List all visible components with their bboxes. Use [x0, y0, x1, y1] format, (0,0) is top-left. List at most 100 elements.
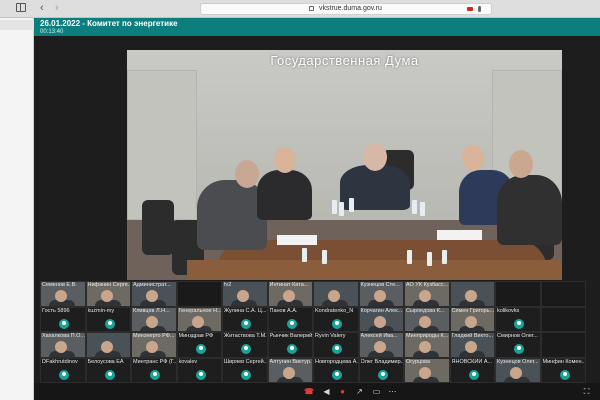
sidebar-row[interactable] [0, 20, 34, 30]
back-button[interactable]: ‹ [40, 2, 44, 14]
user-avatar-icon [195, 369, 206, 380]
participant-tile[interactable]: Гость 5896 [40, 306, 86, 332]
share-icon[interactable]: ↗ [355, 387, 364, 396]
user-avatar-icon [559, 369, 570, 380]
participant-name: Генеральное Н... [178, 307, 222, 314]
camera-person-face [146, 290, 158, 302]
participant-name: Алтунин Виктур... [269, 358, 313, 365]
participant-tile[interactable]: Олег Владимир... [358, 357, 404, 383]
participant-tile[interactable]: Ширяев Сергей... [222, 357, 268, 383]
participant-name: Интинат Ката... [269, 282, 309, 288]
participant-tile[interactable] [540, 306, 586, 332]
camera-recording-icon[interactable] [467, 7, 473, 11]
participant-name: Ширяев Сергей... [224, 358, 268, 365]
participant-tile[interactable] [85, 332, 131, 358]
camera-person-face [191, 315, 204, 328]
participant-tile[interactable]: Алтунин Виктур... [267, 357, 313, 383]
person-head [363, 143, 387, 171]
participant-name: Алексей Ива... [360, 333, 398, 339]
participant-name: Смирнов Олег... [497, 333, 538, 339]
participant-tile[interactable]: Корчагин Алек... [358, 306, 404, 332]
participant-tile[interactable]: Белоусова ЕА [85, 357, 131, 383]
meeting-timer: 00:13:40 [40, 29, 64, 35]
participant-tile[interactable] [540, 281, 586, 307]
main-video-stream[interactable]: Государственная Дума [127, 50, 562, 280]
participant-name: Сыроедова К... [406, 307, 445, 314]
participant-tile[interactable]: Минздрав РФ [176, 332, 222, 358]
fullscreen-icon[interactable]: ⛶ [582, 387, 591, 396]
camera-person-face [237, 290, 249, 302]
participant-tile[interactable]: Панов А.А. [267, 306, 313, 332]
address-bar[interactable]: vkstrue.duma.gov.ru [200, 3, 492, 15]
participant-tile[interactable]: Новгородцева А... [313, 357, 359, 383]
user-avatar-icon [332, 369, 342, 380]
camera-person-face [100, 341, 113, 353]
participant-tile[interactable]: Хахалкова П.О... [40, 332, 86, 358]
participant-tile[interactable] [449, 281, 495, 307]
participant-tile[interactable]: fv2 [222, 281, 268, 307]
more-icon[interactable]: ⋯ [388, 387, 397, 396]
microphone-icon[interactable] [478, 6, 481, 12]
participant-tile[interactable]: Ryvin Valery [313, 332, 359, 358]
participant-tile[interactable]: kolikovks [495, 306, 541, 332]
url-text: vkstrue.duma.gov.ru [319, 5, 382, 12]
participant-tile[interactable]: Сыроедова К... [404, 306, 450, 332]
participant-name: Рынчик Валерий [269, 333, 313, 339]
participant-tile[interactable]: Кузнецов Сте... [358, 281, 404, 307]
user-avatar-icon [104, 318, 115, 329]
participant-tile[interactable]: Минприроды К... [404, 332, 450, 358]
lock-icon [309, 6, 314, 11]
participant-name: Белоусова ЕА [87, 358, 124, 365]
participant-tile[interactable]: DFakhrutdinov [40, 357, 86, 383]
call-toolbar: ☎ ◀ ● ↗ ▭ ⋯ ⛶ [34, 383, 600, 400]
participant-tile[interactable]: Житаствова Т.М... [222, 332, 268, 358]
participant-name: Олег Владимир... [360, 358, 404, 365]
participant-tile[interactable]: Генеральное Н... [176, 306, 222, 332]
participant-tile[interactable]: Интинат Ката... [267, 281, 313, 307]
sidebar-toggle-icon[interactable] [16, 3, 26, 12]
person [497, 175, 562, 245]
forward-button[interactable]: › [55, 2, 59, 14]
camera-person-face [282, 366, 295, 379]
participant-name: Гость 5896 [42, 307, 70, 314]
participant-tile[interactable]: Минфин Комен... [540, 357, 586, 383]
participant-tile[interactable]: Алексей Ива... [358, 332, 404, 358]
user-avatar-icon [468, 369, 479, 380]
participant-tile[interactable]: Рынчик Валерий [267, 332, 313, 358]
water-bottle [322, 250, 327, 264]
camera-person-face [146, 315, 158, 328]
participant-name: fv2 [224, 282, 232, 288]
participant-tile[interactable]: Кливцев Л.Н... [131, 306, 177, 332]
phone-hangup-icon[interactable]: ☎ [304, 387, 314, 396]
speaker-icon[interactable]: ◀ [322, 387, 331, 396]
participant-tile[interactable]: ЯНОВСКИЙ А... [449, 357, 495, 383]
participant-tile[interactable] [495, 281, 541, 307]
participant-tile[interactable]: Смирнов Олег... [495, 332, 541, 358]
camera-person-face [510, 366, 522, 379]
participant-tile[interactable]: Семенов Е.В. [40, 281, 86, 307]
participant-tile[interactable]: Нифанин Серге... [85, 281, 131, 307]
user-avatar-icon [241, 318, 251, 329]
participant-tile[interactable]: Семен Григорь... [449, 306, 495, 332]
user-avatar-icon [286, 318, 297, 329]
participant-tile[interactable]: kuzmin-my [85, 306, 131, 332]
participant-name: Kondratenko_N [315, 307, 354, 314]
participant-tile[interactable]: Минэнерго РФ... [131, 332, 177, 358]
participant-tile[interactable]: Kondratenko_N [313, 306, 359, 332]
wall-panel [127, 70, 197, 220]
participant-tile[interactable]: АО УК Кузбасс... [404, 281, 450, 307]
participant-tile[interactable] [176, 281, 222, 307]
participant-tile[interactable] [313, 281, 359, 307]
participant-tile[interactable]: kovalev [176, 357, 222, 383]
screen-icon[interactable]: ▭ [372, 387, 381, 396]
mic-muted-icon[interactable]: ● [338, 387, 347, 396]
participant-tile[interactable]: Кузнецов Олег... [495, 357, 541, 383]
participant-tile[interactable]: Жулина С.А. Ц... [222, 306, 268, 332]
participant-tile[interactable]: Минтранс РФ (Г... [131, 357, 177, 383]
participant-tile[interactable]: Огурцова [404, 357, 450, 383]
participant-tile[interactable]: Администрат... [131, 281, 177, 307]
participant-tile[interactable]: Гладкий Викто... [449, 332, 495, 358]
browser-toolbar: ‹ › vkstrue.duma.gov.ru [0, 0, 600, 18]
camera-person-face [282, 290, 295, 302]
participant-tile[interactable] [540, 332, 586, 358]
